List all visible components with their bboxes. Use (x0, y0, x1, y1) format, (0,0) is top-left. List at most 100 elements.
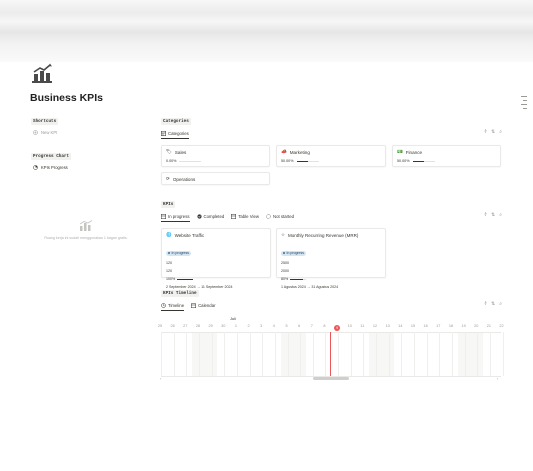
category-card-sales[interactable]: 🏷 Sales 0.00% (161, 145, 270, 167)
filter-icon[interactable]: ⫩ (484, 212, 487, 218)
timeline-column-line (173, 332, 175, 376)
category-name: Sales (174, 149, 187, 155)
kpis-progress-link[interactable]: KPIs Progress (33, 165, 68, 170)
megaphone-icon: 📣 (281, 149, 287, 154)
tab-timeline[interactable]: Timeline (161, 301, 185, 311)
kpi-view-tabs: In progress Completed Table View Not sta… (161, 212, 301, 222)
timeline-column-line (451, 332, 453, 376)
category-card-marketing[interactable]: 📣 Marketing 50.00% (276, 145, 386, 167)
timeline-column-line (489, 332, 491, 376)
category-name: Marketing (289, 149, 310, 155)
timeline-day: 5 (285, 324, 288, 328)
kpi-title: Monthly Recurring Revenue (MRR) (288, 232, 359, 238)
page-cover[interactable] (0, 0, 533, 62)
progress-bar (296, 160, 319, 162)
timeline-column-line (300, 332, 301, 376)
tab-not-started[interactable]: Not started (266, 212, 294, 220)
star-icon: ☆ (281, 232, 286, 237)
circle-dashed-icon (266, 213, 271, 219)
categories-toolbar: ⫩ ⇅ ⌕ (484, 129, 502, 135)
timeline-column-line (439, 332, 440, 376)
scroll-right-icon[interactable]: › (497, 376, 498, 381)
tab-completed[interactable]: Completed (196, 212, 225, 220)
timeline-day: 16 (423, 324, 428, 328)
search-icon[interactable]: ⌕ (499, 301, 502, 307)
category-card-operations[interactable]: ⟳ Operations (161, 172, 270, 185)
kpi-progress-value: 80% (281, 277, 289, 281)
sort-icon[interactable]: ⇅ (491, 212, 495, 218)
category-progress: 50.00% (281, 159, 294, 163)
search-icon[interactable]: ⌕ (499, 212, 502, 218)
page-title: Business KPIs (30, 92, 103, 104)
timeline-column-line (274, 332, 276, 376)
timeline-column-line (262, 332, 263, 376)
kpis-heading: KPIs (161, 201, 176, 208)
progress-bar (179, 160, 202, 162)
tab-label: In progress (168, 213, 190, 219)
refresh-icon: ⟳ (166, 176, 170, 181)
timeline-day: 15 (410, 324, 416, 328)
timeline-column-line (236, 332, 238, 376)
sort-icon[interactable]: ⇅ (491, 301, 495, 307)
tab-label: Completed (203, 213, 225, 219)
progress-bar (177, 278, 194, 280)
timeline-day: 20 (474, 324, 479, 328)
status-badge: In progress (281, 250, 307, 256)
calendar-icon (191, 303, 197, 308)
timeline-day-header: 25 26 27 28 29 30 1 2 3 4 5 6 7 8 9 10 11 12 13 14 15 16 17 18 1… (157, 324, 507, 332)
tab-table-view[interactable]: Table View (231, 212, 259, 220)
scroll-left-icon[interactable]: ‹ (160, 376, 161, 381)
timeline-column-line (426, 332, 428, 376)
kpi-progress: 100% (166, 275, 266, 283)
chart-bars-icon[interactable] (30, 63, 54, 85)
kpi-current: 2000 (281, 269, 289, 273)
timeline-day: 27 (183, 324, 188, 328)
category-name: Finance (405, 149, 423, 155)
new-kpi-link[interactable]: New KPI (33, 130, 57, 135)
kpi-card-website-traffic[interactable]: 🌐 Website Traffic In progress 120 120 100… (161, 228, 271, 289)
kpis-toolbar: ⫩ ⇅ ⌕ (484, 212, 502, 218)
timeline-column-line (414, 332, 415, 376)
tab-categories[interactable]: Categories (161, 129, 189, 139)
timeline-day: 12 (372, 324, 378, 328)
filter-icon[interactable]: ⫩ (484, 129, 487, 135)
notion-page: Business KPIs Shortcuts New KPI Progress… (0, 0, 533, 471)
sort-icon[interactable]: ⇅ (491, 129, 495, 135)
kpi-card-mrr[interactable]: ☆ Monthly Recurring Revenue (MRR) In prog… (276, 228, 386, 289)
progress-bar (290, 278, 307, 280)
chart-placeholder-icon (79, 220, 93, 231)
timeline-column-line (186, 332, 187, 376)
timeline-day: 8 (323, 324, 326, 328)
timeline-day: 17 (436, 324, 441, 328)
tab-calendar[interactable]: Calendar (191, 301, 216, 309)
tab-label: Not started (272, 213, 295, 219)
timeline-column-line (287, 332, 288, 376)
weekend-shade (458, 332, 483, 376)
timeline-day: 11 (360, 324, 365, 328)
globe-icon: 🌐 (166, 232, 172, 237)
page-outline[interactable] (521, 96, 527, 112)
timeline-day: 7 (310, 324, 313, 328)
weekend-shade (281, 332, 306, 376)
weekend-shade (369, 332, 394, 376)
tag-icon: 🏷 (166, 149, 172, 154)
search-icon[interactable]: ⌕ (499, 129, 502, 135)
table-icon (161, 213, 166, 219)
kpi-target: 120 (166, 261, 172, 265)
timeline-day: 18 (448, 324, 454, 328)
tab-categories-label: Categories (168, 130, 189, 136)
category-card-finance[interactable]: 💵 Finance 50.00% (392, 145, 501, 167)
banknote-icon: 💵 (397, 149, 403, 154)
kpi-progress-value: 100% (166, 277, 176, 281)
timeline-column-line (464, 332, 466, 376)
timeline-scrollbar[interactable] (313, 377, 349, 380)
timeline-day: 2 (247, 324, 250, 328)
filter-icon[interactable]: ⫩ (484, 301, 487, 307)
chart-empty-message: Ruang kerja ini sudah menggunakan 1 baga… (44, 236, 128, 240)
timeline-column-line (161, 332, 162, 376)
timeline-day: 29 (208, 324, 213, 328)
timeline-column-line (350, 332, 352, 376)
timeline-day: 19 (461, 324, 466, 328)
tab-in-progress[interactable]: In progress (161, 212, 190, 222)
check-circle-icon (196, 213, 202, 219)
